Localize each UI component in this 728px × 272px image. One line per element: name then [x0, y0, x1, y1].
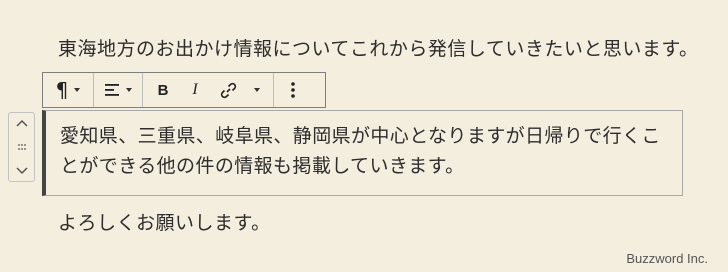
more-formats-caret-icon — [254, 88, 260, 92]
link-button[interactable] — [211, 73, 245, 107]
alignment-group — [94, 73, 143, 107]
paragraph-type-button[interactable]: ¶ — [43, 73, 93, 107]
drag-handle[interactable] — [9, 137, 34, 157]
selected-paragraph-block[interactable]: 愛知県、三重県、岐阜県、静岡県が中心となりますが日帰りで行くことができる他の件の… — [42, 110, 683, 196]
italic-button[interactable]: I — [179, 73, 211, 107]
link-icon — [220, 82, 236, 98]
bold-button[interactable]: B — [147, 73, 179, 107]
move-down-button[interactable] — [9, 161, 34, 181]
block-type-group: ¶ — [43, 73, 94, 107]
block-toolbar: ¶ B I — [42, 72, 326, 108]
align-dropdown-caret-icon — [126, 88, 132, 92]
format-group: B I — [143, 73, 274, 107]
options-group — [274, 73, 312, 107]
selected-paragraph-text[interactable]: 愛知県、三重県、岐阜県、静岡県が中心となりますが日帰りで行くことができる他の件の… — [60, 121, 675, 181]
chevron-down-icon — [15, 167, 28, 175]
align-button[interactable] — [94, 73, 142, 107]
move-up-button[interactable] — [9, 113, 34, 133]
drag-handle-icon — [17, 144, 26, 150]
block-mover — [8, 112, 35, 182]
align-left-icon — [105, 84, 119, 96]
more-formats-button[interactable] — [245, 73, 269, 107]
watermark-text: Buzzword Inc. — [626, 251, 708, 266]
vertical-ellipsis-icon — [291, 82, 295, 98]
more-options-button[interactable] — [274, 73, 312, 107]
paragraph-icon: ¶ — [55, 78, 69, 102]
chevron-up-icon — [15, 119, 28, 127]
paragraph-dropdown-caret-icon — [74, 88, 81, 92]
paragraph-bottom[interactable]: よろしくお願いします。 — [58, 208, 688, 238]
